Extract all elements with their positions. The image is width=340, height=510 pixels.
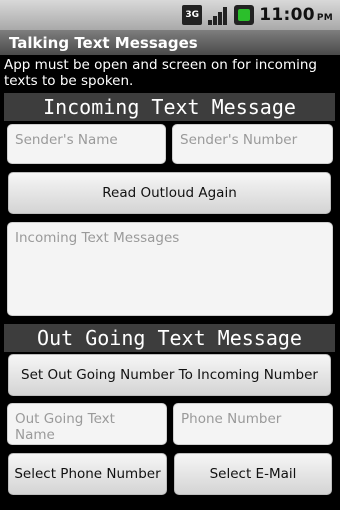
- clock: 11:00 PM: [259, 5, 333, 25]
- app-title: Talking Text Messages: [9, 33, 198, 52]
- status-bar: 3G 11:00 PM: [0, 0, 340, 30]
- clock-time: 11:00: [259, 5, 315, 25]
- battery-icon: [234, 5, 255, 25]
- outgoing-section-header: Out Going Text Message: [4, 324, 335, 352]
- network-type-label: 3G: [185, 9, 200, 20]
- sender-number-field[interactable]: Sender's Number: [172, 124, 333, 164]
- outgoing-text-name-field[interactable]: Out Going Text Name: [7, 403, 167, 445]
- select-email-button[interactable]: Select E-Mail: [174, 453, 332, 495]
- phone-number-field[interactable]: Phone Number: [173, 403, 333, 445]
- 3g-icon: 3G: [182, 5, 203, 25]
- incoming-messages-field[interactable]: Incoming Text Messages: [7, 222, 333, 316]
- notice-text: App must be open and screen on for incom…: [4, 57, 317, 89]
- sender-name-field[interactable]: Sender's Name: [7, 124, 166, 164]
- set-outgoing-number-button[interactable]: Set Out Going Number To Incoming Number: [8, 354, 331, 396]
- incoming-section-header: Incoming Text Message: [4, 93, 335, 121]
- clock-meridiem: PM: [316, 13, 333, 23]
- read-outloud-again-button[interactable]: Read Outloud Again: [8, 172, 331, 214]
- signal-icon: [207, 5, 229, 25]
- app-title-bar: Talking Text Messages: [0, 30, 340, 55]
- select-phone-number-button[interactable]: Select Phone Number: [8, 453, 167, 495]
